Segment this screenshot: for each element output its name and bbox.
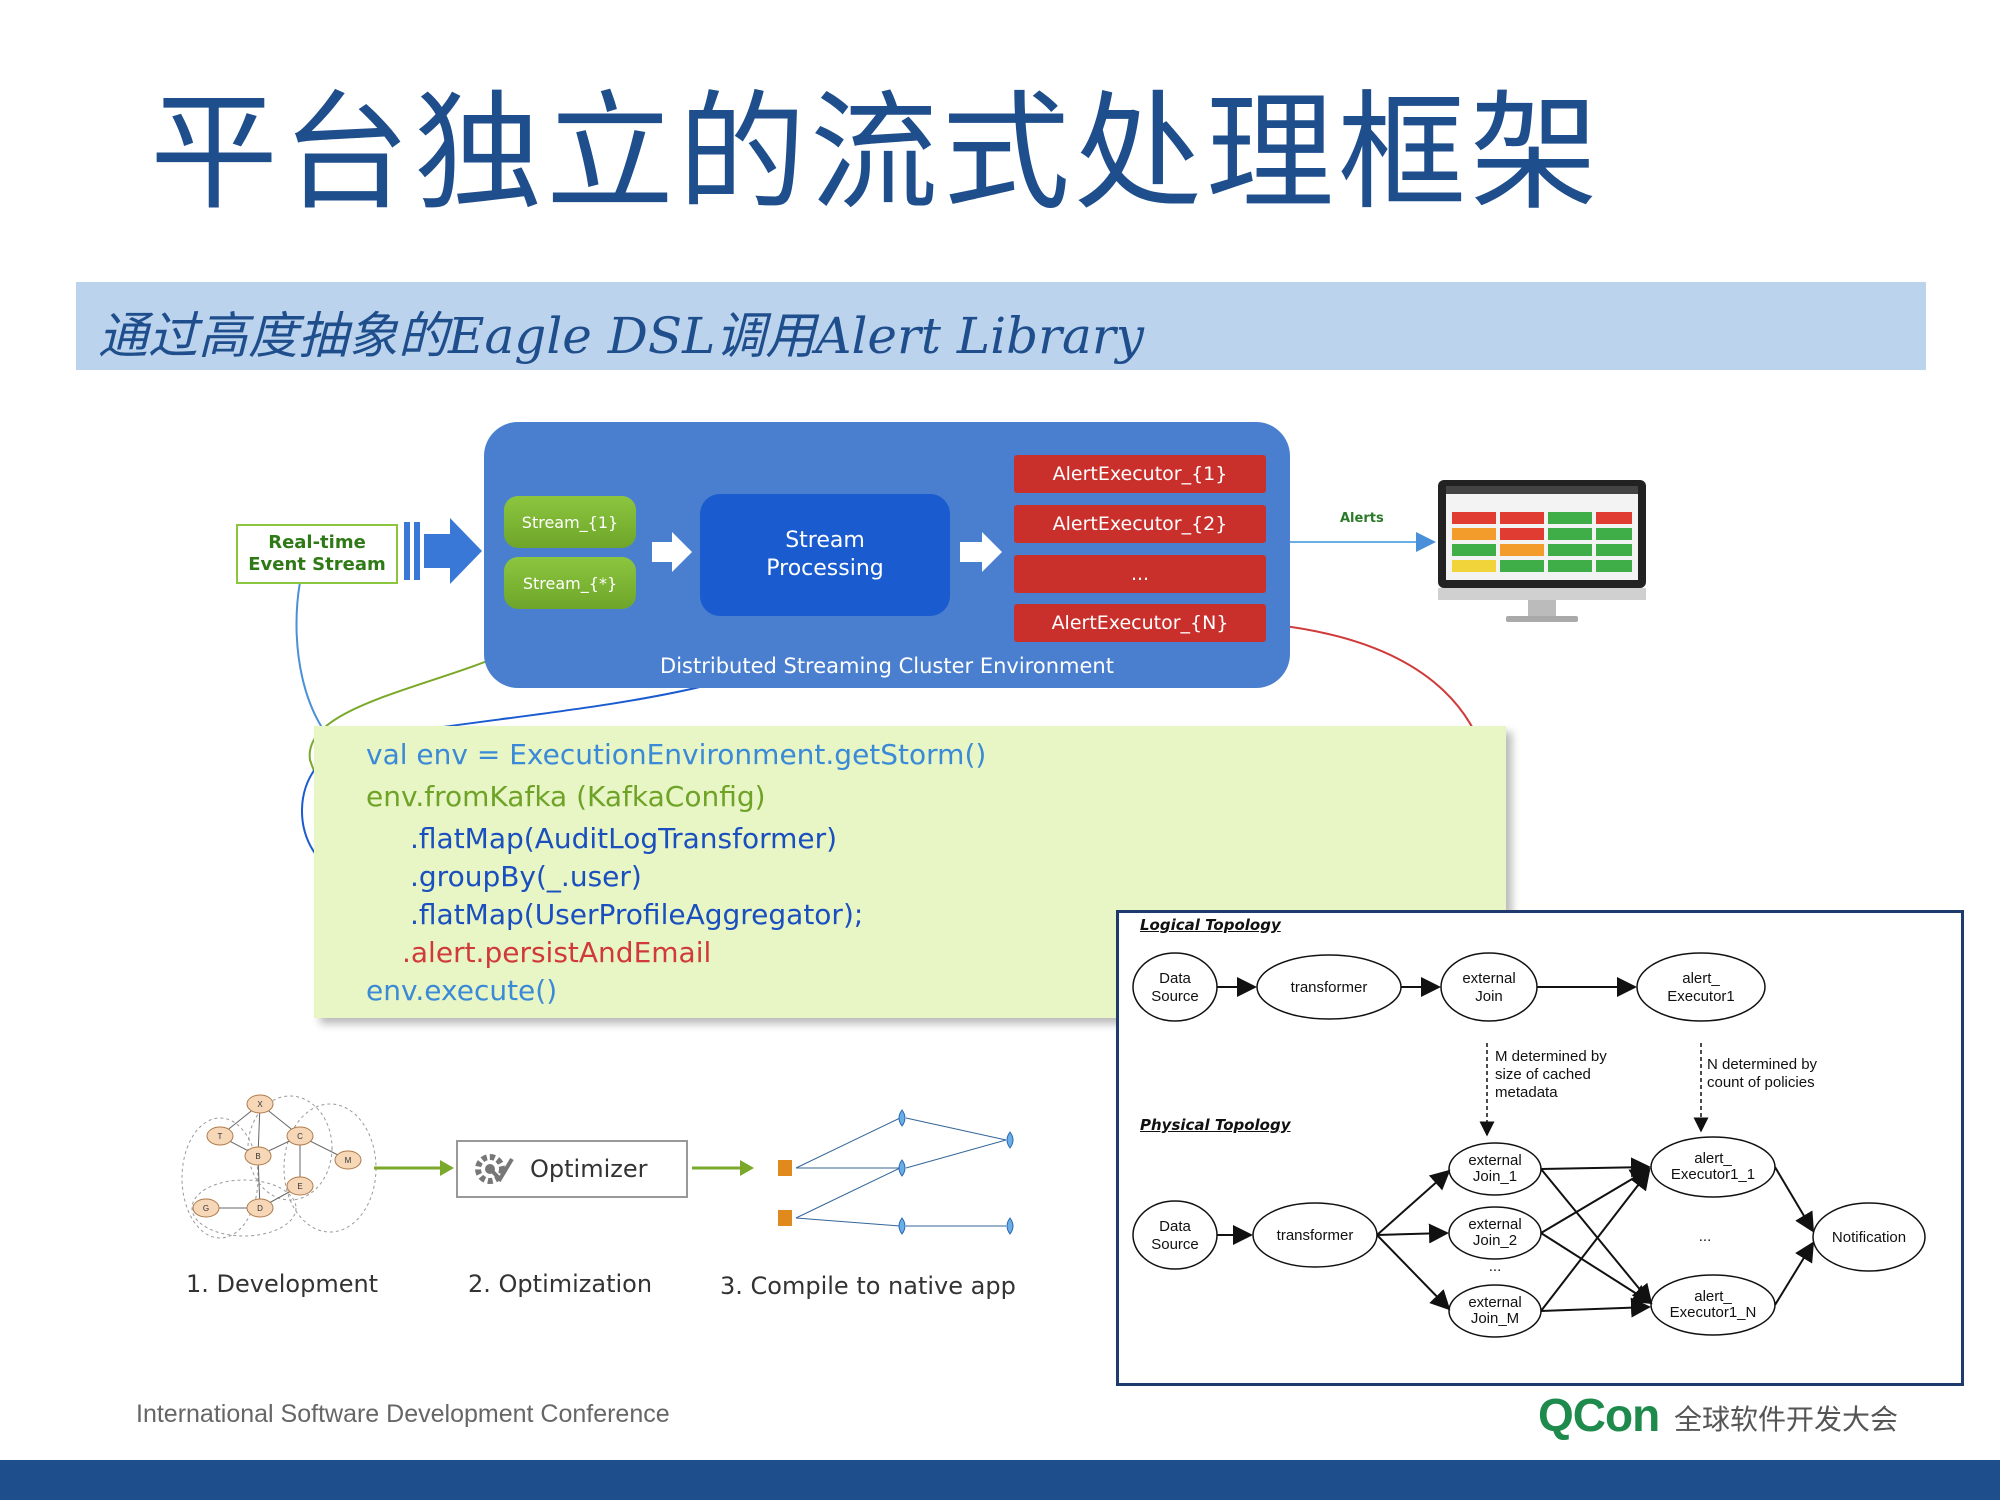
exec1-l1: alert_ [1694, 1150, 1732, 1167]
graph-node-x: X [257, 1100, 263, 1109]
code-line-4: .groupBy(_.user) [410, 860, 642, 893]
code-line-3: .flatMap(AuditLogTransformer) [410, 822, 838, 855]
footer-bar [0, 1460, 2000, 1500]
stream-processing: Stream Processing [700, 494, 950, 616]
step-development: 1. Development [186, 1270, 379, 1298]
logical-datasource-l1: Data [1159, 970, 1191, 987]
joinm-l2: Join_M [1471, 1310, 1519, 1327]
logical-join-l2: Join [1475, 988, 1503, 1005]
realtime-event-stream-label: Real-time Event Stream [236, 524, 398, 584]
optimizer-label: Optimizer [530, 1155, 648, 1183]
native-app-topology-icon [778, 1109, 1014, 1235]
note-m-l3: metadata [1495, 1084, 1558, 1101]
arrow-right-icon [652, 532, 692, 572]
graph-node-t: T [218, 1132, 223, 1141]
topology-diagram: Data Source transformer external Join al… [1132, 952, 1926, 1338]
input-arrow-icon [404, 518, 482, 584]
conference-name: International Software Development Confe… [136, 1400, 670, 1428]
graph-node-c: C [297, 1132, 303, 1141]
qcon-chinese-name: 全球软件开发大会 [1674, 1403, 1899, 1436]
code-line-2: env.fromKafka (KafkaConfig) [366, 780, 766, 813]
note-m-l2: size of cached [1495, 1066, 1591, 1083]
executors-ellipsis: ... [1699, 1228, 1712, 1245]
logical-executor-l1: alert_ [1682, 970, 1720, 987]
realtime-label-line2: Event Stream [248, 554, 386, 575]
arrow-right-icon-2 [960, 532, 1002, 572]
logical-transformer: transformer [1291, 979, 1368, 996]
join2-l1: external [1468, 1216, 1521, 1233]
physical-datasource-l1: Data [1159, 1218, 1191, 1235]
alerts-label: Alerts [1340, 511, 1384, 526]
execn-l1: alert_ [1694, 1288, 1732, 1305]
code-line-6: .alert.persistAndEmail [402, 936, 712, 969]
alert-executor-n: AlertExecutor_{N} [1014, 604, 1266, 642]
stream-1: Stream_{1} [504, 496, 636, 548]
code-line-1: val env = ExecutionEnvironment.getStorm(… [366, 738, 987, 771]
join2-l2: Join_2 [1473, 1232, 1517, 1249]
code-line-5: .flatMap(UserProfileAggregator); [410, 898, 864, 931]
step-compile: 3. Compile to native app [720, 1272, 1016, 1300]
arrow-to-optimizer [374, 1160, 454, 1176]
physical-datasource-l2: Source [1151, 1236, 1199, 1253]
graph-node-g: G [203, 1204, 209, 1213]
qcon-logo: QCon [1538, 1389, 1660, 1441]
optimizer-box: Optimizer [456, 1140, 688, 1198]
arrow-to-native [692, 1160, 754, 1176]
join1-l2: Join_1 [1473, 1168, 1517, 1185]
alert-executor-ellipsis: ... [1014, 555, 1266, 593]
execn-l2: Executor1_N [1670, 1304, 1757, 1321]
exec1-l2: Executor1_1 [1671, 1166, 1755, 1183]
code-line-7: env.execute() [366, 974, 558, 1007]
cluster-label: Distributed Streaming Cluster Environmen… [660, 654, 1114, 678]
note-n-l2: count of policies [1707, 1074, 1815, 1091]
logical-executor-l2: Executor1 [1667, 988, 1735, 1005]
note-n-l1: N determined by [1707, 1056, 1818, 1073]
realtime-label-line1: Real-time [268, 532, 366, 553]
notification: Notification [1832, 1229, 1906, 1246]
gear-icon [475, 1154, 514, 1184]
stream-star: Stream_{*} [504, 557, 636, 609]
join1-l1: external [1468, 1152, 1521, 1169]
joinm-l1: external [1468, 1294, 1521, 1311]
logical-datasource-l2: Source [1151, 988, 1199, 1005]
step-optimization: 2. Optimization [468, 1270, 653, 1298]
processing-line1: Stream [785, 528, 865, 553]
graph-node-d: D [257, 1204, 263, 1213]
joins-ellipsis: ... [1489, 1258, 1502, 1275]
graph-node-e: E [297, 1182, 302, 1191]
physical-transformer: transformer [1277, 1227, 1354, 1244]
development-graph-icon: X T C B M E G D [181, 1094, 377, 1239]
alert-executor-1: AlertExecutor_{1} [1014, 455, 1266, 493]
graph-node-b: B [255, 1152, 260, 1161]
monitor-dashboard-icon [1438, 480, 1646, 622]
logical-join-l1: external [1462, 970, 1515, 987]
processing-line2: Processing [766, 556, 884, 581]
alert-executor-2: AlertExecutor_{2} [1014, 505, 1266, 543]
graph-node-m: M [345, 1156, 352, 1165]
note-m-l1: M determined by [1495, 1048, 1607, 1065]
